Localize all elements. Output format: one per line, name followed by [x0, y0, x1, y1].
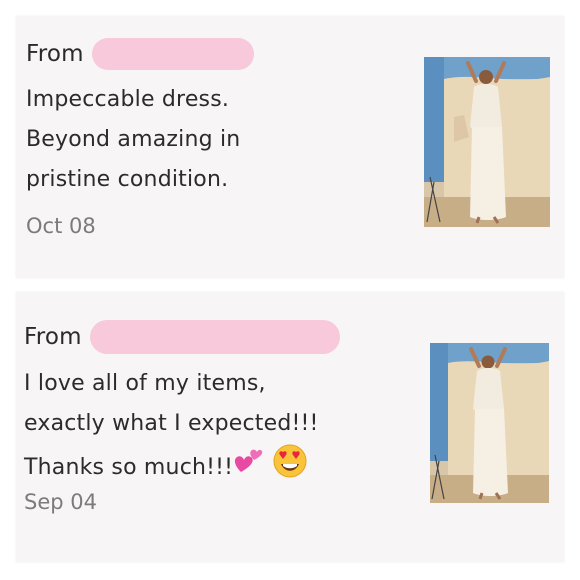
- redacted-username: [91, 38, 254, 70]
- from-label: From: [24, 324, 82, 350]
- dress-photo[interactable]: [430, 343, 549, 503]
- redacted-username: [89, 320, 340, 354]
- review-text-line: Impeccable dress.: [26, 87, 230, 112]
- review-text-line: pristine condition.: [26, 167, 229, 192]
- review-text-line: Beyond amazing in: [26, 127, 241, 152]
- review-date: Oct 08: [26, 214, 96, 238]
- review-text-line-with-emoji: Thanks so much!!!: [24, 444, 319, 492]
- review-text: Impeccable dress. Beyond amazing in pris…: [26, 80, 240, 200]
- review-text: I love all of my items, exactly what I e…: [24, 364, 319, 492]
- heart-eyes-emoji: [273, 444, 307, 492]
- two-hearts-emoji: [233, 446, 263, 490]
- review-text-line: exactly what I expected!!!: [24, 411, 319, 436]
- reviews-page: From Impeccable dress. Beyond amazing in…: [0, 0, 580, 580]
- from-label: From: [26, 41, 84, 67]
- review-text-line: Thanks so much!!!: [24, 455, 234, 480]
- review-author-row: From: [24, 320, 340, 354]
- review-text-line: I love all of my items,: [24, 371, 266, 396]
- dress-photo[interactable]: [424, 57, 550, 227]
- review-date: Sep 04: [24, 490, 97, 514]
- review-author-row: From: [26, 38, 254, 70]
